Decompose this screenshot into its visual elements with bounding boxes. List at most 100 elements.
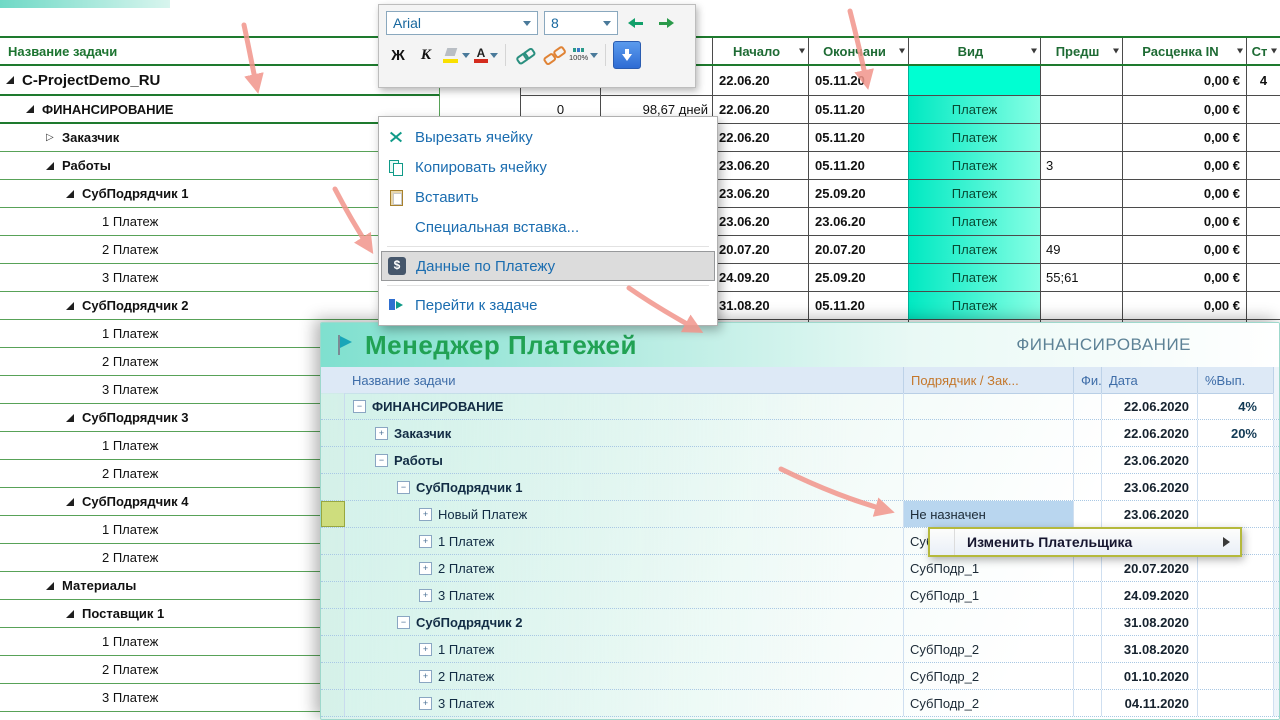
menu-item-copy[interactable]: Копировать ячейку xyxy=(379,152,717,182)
start-cell[interactable]: 22.06.20 xyxy=(712,96,808,124)
finish-cell[interactable]: 05.11.20 xyxy=(808,152,908,180)
chevron-down-icon[interactable] xyxy=(462,53,470,58)
st-cell[interactable]: 4 xyxy=(1246,66,1280,96)
tree-collapse-icon[interactable] xyxy=(375,454,388,467)
pm-pct-cell[interactable] xyxy=(1197,636,1273,662)
task-name-cell[interactable]: Заказчик xyxy=(0,124,440,152)
pred-cell[interactable]: 49 xyxy=(1040,236,1122,264)
pm-contractor-cell[interactable] xyxy=(903,420,1073,446)
row-indicator-cell[interactable] xyxy=(321,447,345,473)
pm-fi-cell[interactable] xyxy=(1073,447,1101,473)
italic-button[interactable]: К xyxy=(414,42,438,68)
indent-button[interactable] xyxy=(654,10,678,36)
st-cell[interactable] xyxy=(1246,208,1280,236)
pm-contractor-cell[interactable] xyxy=(903,474,1073,500)
pm-task-name-cell[interactable]: 3 Платеж xyxy=(345,690,903,716)
expand-triangle-icon[interactable] xyxy=(46,133,62,143)
pm-task-name-cell[interactable]: 2 Платеж xyxy=(345,555,903,581)
filter-dropdown-icon[interactable] xyxy=(1271,49,1277,54)
pm-contractor-cell[interactable]: СубПодр_1 xyxy=(903,582,1073,608)
pm-contractor-cell[interactable] xyxy=(903,609,1073,635)
task-name-cell[interactable]: ФИНАНСИРОВАНИЕ xyxy=(0,96,440,124)
submenu-change-payer[interactable]: Изменить Плательщика xyxy=(928,527,1242,557)
finish-cell[interactable]: 23.06.20 xyxy=(808,208,908,236)
pm-task-name-cell[interactable]: ФИНАНСИРОВАНИЕ xyxy=(345,393,903,419)
row-indicator-cell[interactable] xyxy=(321,420,345,446)
pm-fi-cell[interactable] xyxy=(1073,393,1101,419)
pm-contractor-cell[interactable] xyxy=(903,393,1073,419)
pm-pct-cell[interactable] xyxy=(1197,690,1273,716)
pm-row[interactable]: 3 ПлатежСубПодр_124.09.2020 xyxy=(321,582,1279,609)
collapse-triangle-icon[interactable] xyxy=(66,190,82,198)
tree-expand-icon[interactable] xyxy=(375,427,388,440)
pm-row[interactable]: СубПодрядчик 1 23.06.2020 xyxy=(321,474,1279,501)
filter-dropdown-icon[interactable] xyxy=(899,49,905,54)
tree-expand-icon[interactable] xyxy=(419,670,432,683)
outdent-button[interactable] xyxy=(624,10,648,36)
pm-date-cell[interactable]: 23.06.2020 xyxy=(1101,474,1197,500)
pm-pct-cell[interactable]: 4% xyxy=(1197,393,1273,419)
font-color-button[interactable]: А xyxy=(474,42,498,68)
pm-task-name-cell[interactable]: СубПодрядчик 2 xyxy=(345,609,903,635)
pm-fi-cell[interactable] xyxy=(1073,690,1101,716)
finish-cell[interactable]: 05.11.20 xyxy=(808,124,908,152)
collapse-triangle-icon[interactable] xyxy=(66,498,82,506)
pm-pct-cell[interactable] xyxy=(1197,582,1273,608)
st-cell[interactable] xyxy=(1246,124,1280,152)
task-name-cell[interactable]: 3 Платеж xyxy=(0,264,440,292)
tree-collapse-icon[interactable] xyxy=(397,481,410,494)
rate-cell[interactable]: 0,00 € xyxy=(1122,180,1246,208)
rate-cell[interactable]: 0,00 € xyxy=(1122,96,1246,124)
pm-date-cell[interactable]: 31.08.2020 xyxy=(1101,609,1197,635)
pm-task-name-cell[interactable]: СубПодрядчик 1 xyxy=(345,474,903,500)
pm-date-cell[interactable]: 22.06.2020 xyxy=(1101,420,1197,446)
pm-task-name-cell[interactable]: Новый Платеж xyxy=(345,501,903,527)
task-column-header[interactable]: Название задачи xyxy=(0,38,440,64)
pm-pct-cell[interactable] xyxy=(1197,447,1273,473)
vid-cell[interactable]: Платеж xyxy=(908,264,1040,292)
pm-pct-cell[interactable] xyxy=(1197,609,1273,635)
task-name-cell[interactable]: 2 Платеж xyxy=(0,236,440,264)
pm-fi-cell[interactable] xyxy=(1073,501,1101,527)
pm-fi-cell[interactable] xyxy=(1073,555,1101,581)
tree-expand-icon[interactable] xyxy=(419,697,432,710)
font-size-select[interactable]: 8 xyxy=(544,11,618,35)
pm-contractor-cell[interactable]: Не назначен xyxy=(903,501,1073,527)
scroll-to-task-button[interactable] xyxy=(613,41,641,69)
row-indicator-cell[interactable] xyxy=(321,528,345,554)
pm-task-name-cell[interactable]: Заказчик xyxy=(345,420,903,446)
fill-color-button[interactable] xyxy=(442,42,470,68)
pm-fi-cell[interactable] xyxy=(1073,663,1101,689)
pm-task-name-cell[interactable]: 3 Платеж xyxy=(345,582,903,608)
row-indicator-cell[interactable] xyxy=(321,393,345,419)
collapse-triangle-icon[interactable] xyxy=(66,302,82,310)
tree-expand-icon[interactable] xyxy=(419,562,432,575)
vid-cell[interactable]: Платеж xyxy=(908,124,1040,152)
finish-cell[interactable]: 25.09.20 xyxy=(808,180,908,208)
pm-date-cell[interactable]: 22.06.2020 xyxy=(1101,393,1197,419)
finish-cell[interactable]: 20.07.20 xyxy=(808,236,908,264)
pred-cell[interactable] xyxy=(1040,180,1122,208)
collapse-triangle-icon[interactable] xyxy=(26,105,42,113)
pm-column-header-contractor[interactable]: Подрядчик / Зак... xyxy=(903,367,1073,393)
column-header-vid[interactable]: Вид xyxy=(908,38,1040,64)
pm-pct-cell[interactable] xyxy=(1197,501,1273,527)
pm-date-cell[interactable]: 04.11.2020 xyxy=(1101,690,1197,716)
pm-row[interactable]: 2 ПлатежСубПодр_120.07.2020 xyxy=(321,555,1279,582)
vid-cell[interactable]: Платеж xyxy=(908,292,1040,320)
pm-row[interactable]: 1 ПлатежСубПодр_231.08.2020 xyxy=(321,636,1279,663)
pm-pct-cell[interactable] xyxy=(1197,663,1273,689)
pm-fi-cell[interactable] xyxy=(1073,636,1101,662)
task-name-cell[interactable]: СубПодрядчик 2 xyxy=(0,292,440,320)
pm-contractor-cell[interactable]: СубПодр_2 xyxy=(903,663,1073,689)
st-cell[interactable] xyxy=(1246,152,1280,180)
row-indicator-cell[interactable] xyxy=(321,690,345,716)
pm-row[interactable]: ФИНАНСИРОВАНИЕ 22.06.20204% xyxy=(321,393,1279,420)
pm-date-cell[interactable]: 31.08.2020 xyxy=(1101,636,1197,662)
rate-cell[interactable]: 0,00 € xyxy=(1122,292,1246,320)
pm-date-cell[interactable]: 01.10.2020 xyxy=(1101,663,1197,689)
menu-item-none[interactable]: Специальная вставка... xyxy=(379,212,717,242)
start-cell[interactable]: 22.06.20 xyxy=(712,124,808,152)
st-cell[interactable] xyxy=(1246,236,1280,264)
row-indicator-cell[interactable] xyxy=(321,582,345,608)
